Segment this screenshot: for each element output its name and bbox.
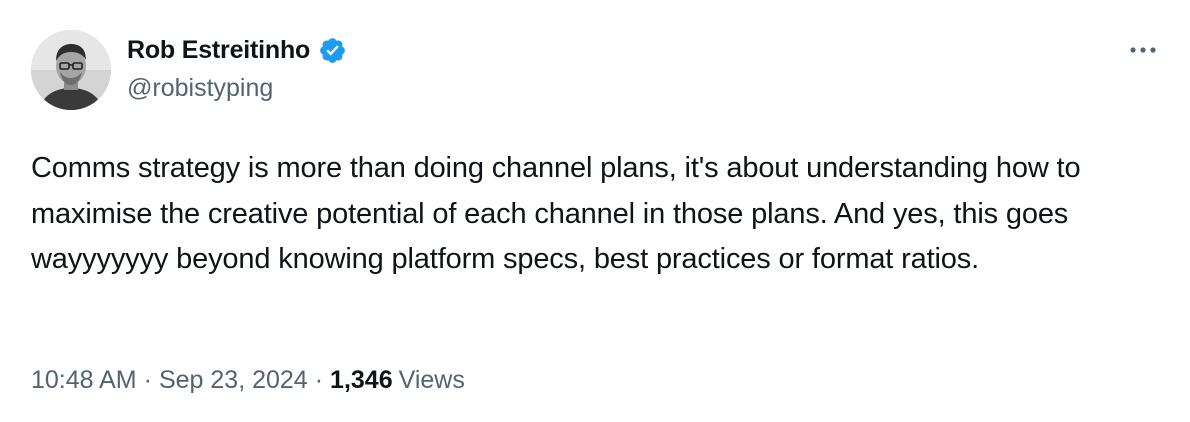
author-handle[interactable]: @robistyping	[127, 74, 273, 103]
tweet-text: Comms strategy is more than doing channe…	[31, 152, 1081, 275]
avatar-photo	[31, 30, 111, 110]
author-avatar[interactable]	[31, 30, 111, 110]
more-options-icon[interactable]	[1126, 38, 1160, 62]
tweet-card: Rob Estreitinho @robistyping Comms strat…	[0, 0, 1190, 422]
tweet-time[interactable]: 10:48 AM	[31, 366, 137, 395]
author-name-row: Rob Estreitinho	[127, 34, 347, 66]
tweet-meta: 10:48 AM · Sep 23, 2024 · 1,346 Views	[31, 366, 465, 395]
tweet-date[interactable]: Sep 23, 2024	[159, 366, 308, 395]
views-count: 1,346	[330, 366, 393, 394]
views-label: Views	[398, 366, 465, 394]
meta-separator: ·	[143, 366, 152, 394]
verified-badge-icon[interactable]	[318, 36, 347, 65]
meta-separator: ·	[314, 366, 324, 394]
author-display-name[interactable]: Rob Estreitinho	[127, 36, 310, 65]
